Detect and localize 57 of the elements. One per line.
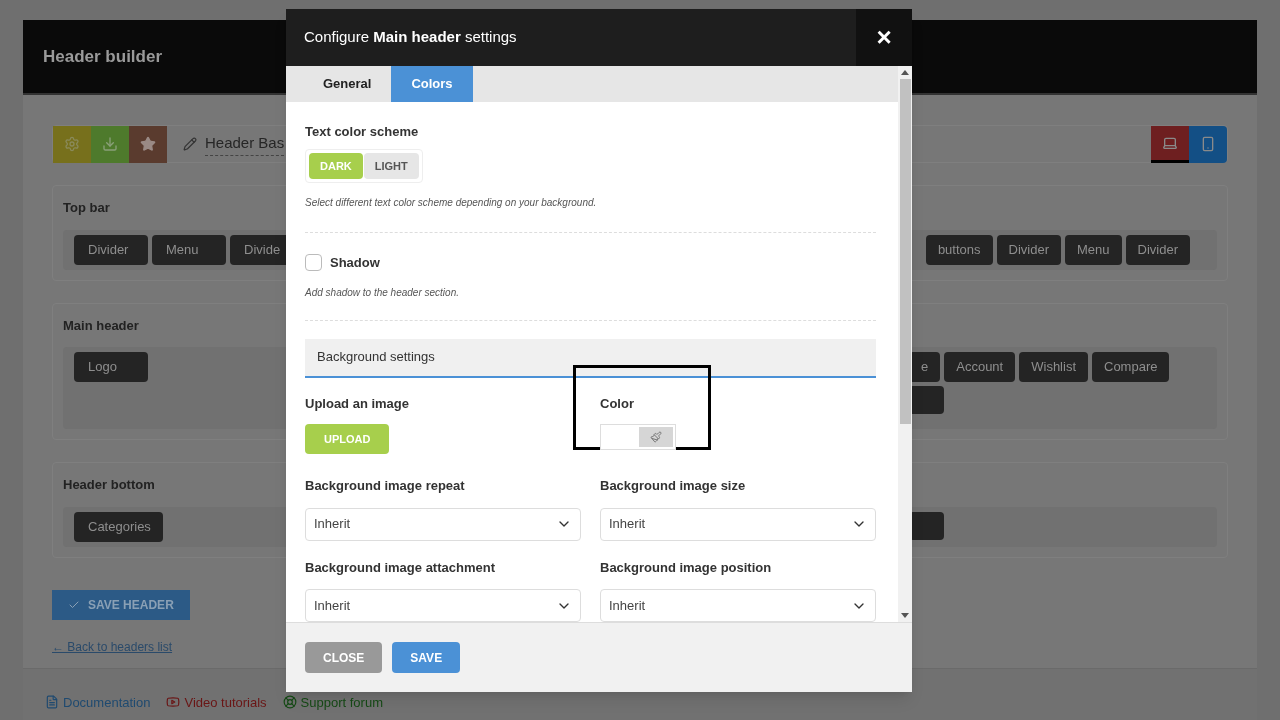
select-field[interactable]: Inherit bbox=[305, 507, 581, 541]
field-label: Background image repeat bbox=[305, 477, 466, 495]
field-label: Background image attachment bbox=[305, 558, 496, 577]
video-icon bbox=[166, 695, 181, 710]
element-button[interactable]: Menu bbox=[152, 234, 226, 265]
footer-link[interactable]: Video tutorials bbox=[166, 692, 267, 712]
star-icon bbox=[140, 136, 156, 152]
header-name[interactable]: Header Bas bbox=[205, 132, 285, 156]
element-button[interactable]: Categories bbox=[74, 511, 163, 542]
close-button[interactable]: × bbox=[856, 9, 912, 66]
page-title: Header builder bbox=[43, 45, 163, 68]
phone-icon bbox=[1200, 136, 1216, 152]
select-field[interactable]: Inherit bbox=[600, 507, 876, 541]
field-label: Text color scheme bbox=[305, 122, 420, 141]
hint-text: Select different text color scheme depending on your background. bbox=[305, 196, 598, 210]
section-heading: Background settings bbox=[305, 338, 876, 378]
settings-icon bbox=[64, 136, 80, 152]
element-button[interactable]: Menu bbox=[1065, 234, 1122, 265]
field-label: Background image size bbox=[600, 477, 747, 495]
element-button[interactable]: buttons bbox=[925, 234, 993, 265]
save-button[interactable]: SAVE bbox=[392, 642, 461, 673]
select-field[interactable]: Inherit bbox=[305, 589, 581, 622]
scroll-down-icon[interactable] bbox=[901, 613, 909, 618]
brush-icon bbox=[650, 431, 662, 443]
field-label: Background image position bbox=[600, 558, 773, 577]
section-title: Top bar bbox=[63, 199, 110, 217]
device-button[interactable] bbox=[1189, 125, 1227, 163]
element-button[interactable]: Divider bbox=[996, 234, 1061, 265]
document-icon bbox=[45, 695, 59, 710]
star-button[interactable] bbox=[129, 125, 167, 163]
shadow-checkbox[interactable] bbox=[305, 254, 322, 272]
tab[interactable]: General bbox=[303, 66, 392, 102]
scroll-up-icon[interactable] bbox=[901, 70, 909, 75]
scrollbar[interactable] bbox=[898, 66, 912, 622]
close-modal-button[interactable]: CLOSE bbox=[305, 642, 383, 673]
section-title: Header bottom bbox=[63, 476, 155, 494]
section-title: Main header bbox=[63, 316, 139, 335]
color-picker[interactable] bbox=[600, 424, 676, 450]
element-button[interactable]: Wishlist bbox=[1019, 352, 1088, 382]
device-button[interactable] bbox=[1151, 125, 1189, 163]
element-button[interactable]: Account bbox=[944, 352, 1016, 382]
save-header-button[interactable]: SAVE HEADER bbox=[52, 589, 190, 620]
download-icon bbox=[102, 136, 118, 152]
element-button[interactable]: Divider bbox=[74, 234, 148, 265]
field-label: Color bbox=[600, 394, 634, 413]
hint-text: Add shadow to the header section. bbox=[305, 285, 460, 300]
pencil-icon bbox=[183, 137, 197, 151]
modal-title: Configure Main header settings bbox=[303, 27, 517, 48]
checkbox-label: Shadow bbox=[330, 254, 380, 272]
select-field[interactable]: Inherit bbox=[600, 589, 876, 622]
element-button[interactable]: Compare bbox=[1092, 352, 1170, 382]
element-button[interactable]: Logo bbox=[74, 352, 148, 382]
tab[interactable]: Colors bbox=[391, 66, 473, 102]
lifebuoy-icon bbox=[282, 695, 297, 710]
scheme-option[interactable]: LIGHT bbox=[363, 153, 419, 179]
field-label: Upload an image bbox=[305, 394, 411, 413]
element-button[interactable]: Divider bbox=[1125, 234, 1190, 265]
